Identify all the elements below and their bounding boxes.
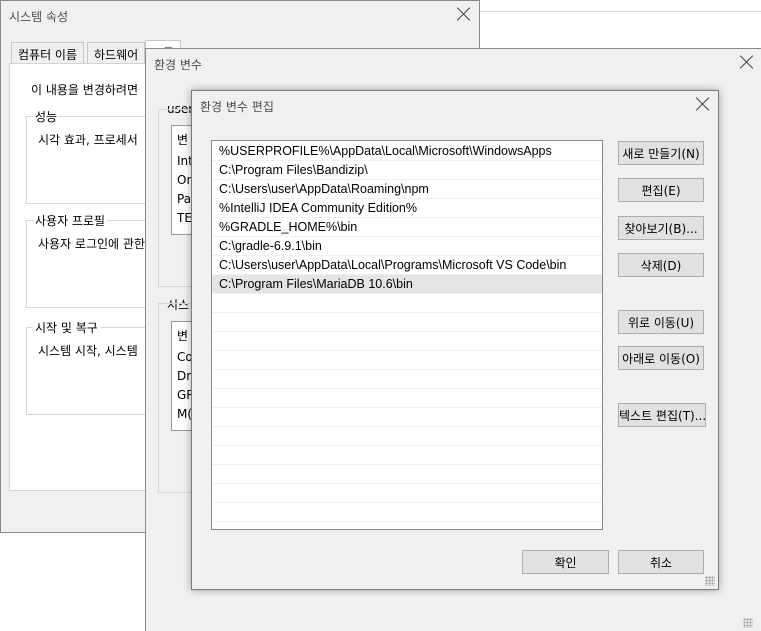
list-item[interactable] <box>212 389 602 408</box>
close-icon[interactable] <box>457 7 471 21</box>
list-item[interactable]: C:\Program Files\MariaDB 10.6\bin <box>212 275 602 294</box>
list-item[interactable]: Pa <box>177 192 191 206</box>
path-list[interactable]: %USERPROFILE%\AppData\Local\Microsoft\Wi… <box>211 140 603 530</box>
list-item[interactable]: M( <box>177 407 192 421</box>
list-item[interactable]: C:\Users\user\AppData\Local\Programs\Mic… <box>212 256 602 275</box>
delete-button[interactable]: 삭제(D) <box>618 253 704 277</box>
list-item[interactable] <box>212 370 602 389</box>
list-item[interactable] <box>212 332 602 351</box>
list-item[interactable]: C:\Program Files\Bandizip\ <box>212 161 602 180</box>
user-profile-text: 사용자 로그인에 관한 <box>38 237 145 251</box>
admin-note: 이 내용을 변경하려면 <box>31 83 138 97</box>
edit-dialog-title: 환경 변수 편집 <box>200 100 274 114</box>
move-up-button[interactable]: 위로 이동(U) <box>618 310 704 334</box>
list-item[interactable] <box>212 427 602 446</box>
edit-text-button[interactable]: 텍스트 편집(T)... <box>618 403 706 427</box>
environment-variables-title: 환경 변수 <box>154 58 202 72</box>
environment-variables-titlebar: 환경 변수 <box>146 49 761 79</box>
list-item[interactable] <box>212 313 602 332</box>
list-item[interactable] <box>212 465 602 484</box>
startup-recovery-text: 시스템 시작, 시스템 <box>38 344 138 358</box>
list-item[interactable]: TE <box>177 211 192 225</box>
path-text: C:\Users\user\AppData\Roaming\npm <box>219 182 429 196</box>
user-profile-label: 사용자 프로필 <box>33 212 108 229</box>
startup-recovery-label: 시작 및 복구 <box>33 319 100 336</box>
cancel-button[interactable]: 취소 <box>618 550 704 574</box>
path-text: C:\Users\user\AppData\Local\Programs\Mic… <box>219 258 567 272</box>
edit-button[interactable]: 편집(E) <box>618 178 704 202</box>
path-text: C:\gradle-6.9.1\bin <box>219 239 322 253</box>
list-item[interactable] <box>212 294 602 313</box>
system-properties-title: 시스템 속성 <box>9 10 69 24</box>
path-text: %USERPROFILE%\AppData\Local\Microsoft\Wi… <box>219 144 552 158</box>
list-item[interactable]: Dr <box>177 369 191 383</box>
list-item[interactable]: C:\gradle-6.9.1\bin <box>212 237 602 256</box>
list-header: 변 <box>177 133 189 147</box>
list-item[interactable] <box>212 484 602 503</box>
tab-computer-name[interactable]: 컴퓨터 이름 <box>11 42 85 64</box>
system-properties-titlebar: 시스템 속성 <box>1 1 479 31</box>
new-button[interactable]: 새로 만들기(N) <box>618 141 704 165</box>
tab-hardware[interactable]: 하드웨어 <box>87 42 146 64</box>
list-item[interactable] <box>212 446 602 465</box>
list-header: 변 <box>177 329 189 343</box>
list-item[interactable] <box>212 351 602 370</box>
path-text: %GRADLE_HOME%\bin <box>219 220 358 234</box>
resize-grip-icon[interactable] <box>705 576 715 586</box>
performance-label: 성능 <box>33 108 60 125</box>
edit-dialog-titlebar: 환경 변수 편집 <box>192 91 718 121</box>
performance-text: 시각 효과, 프로세서 <box>38 133 138 147</box>
path-text: C:\Program Files\MariaDB 10.6\bin <box>219 277 413 291</box>
close-icon[interactable] <box>740 55 754 69</box>
ok-button[interactable]: 확인 <box>522 550 609 574</box>
browse-button[interactable]: 찾아보기(B)... <box>618 216 704 240</box>
path-text: %IntelliJ IDEA Community Edition% <box>219 201 417 215</box>
path-text: C:\Program Files\Bandizip\ <box>219 163 368 177</box>
edit-environment-variable-dialog: 환경 변수 편집 %USERPROFILE%\AppData\Local\Mic… <box>191 90 719 590</box>
background-window-edge <box>480 11 761 12</box>
list-item[interactable]: %GRADLE_HOME%\bin <box>212 218 602 237</box>
resize-grip-icon[interactable] <box>743 618 753 628</box>
list-item[interactable]: %IntelliJ IDEA Community Edition% <box>212 199 602 218</box>
list-item[interactable]: %USERPROFILE%\AppData\Local\Microsoft\Wi… <box>212 142 602 161</box>
list-item[interactable] <box>212 503 602 522</box>
move-down-button[interactable]: 아래로 이동(O) <box>618 346 704 370</box>
list-item[interactable] <box>212 408 602 427</box>
close-icon[interactable] <box>696 97 710 111</box>
list-item[interactable]: C:\Users\user\AppData\Roaming\npm <box>212 180 602 199</box>
